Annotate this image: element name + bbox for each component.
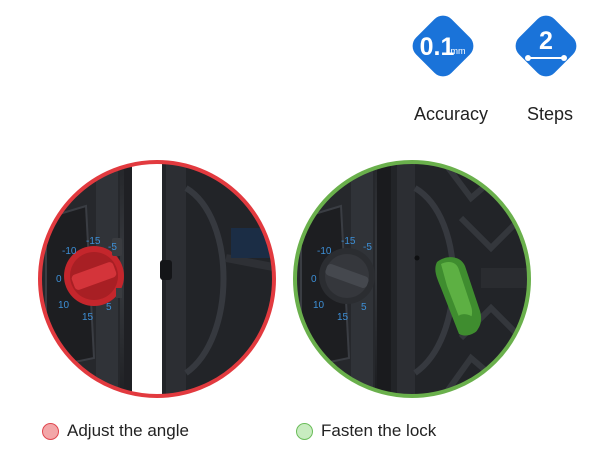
- steps-value: 2: [539, 27, 553, 55]
- steps-diamond-icon: 2: [515, 15, 577, 77]
- accuracy-value: 0.1: [420, 33, 455, 61]
- accuracy-unit: mm: [451, 46, 466, 56]
- scale-label: -5: [108, 242, 117, 253]
- scale-label: 0: [311, 274, 317, 285]
- scale-label: -10: [317, 246, 332, 257]
- legend-label: Adjust the angle: [67, 421, 189, 440]
- legend-fasten-lock: Fasten the lock: [296, 419, 436, 443]
- scale-label: 15: [82, 312, 94, 323]
- scale-label: 15: [337, 312, 349, 323]
- accuracy-caption: Accuracy: [413, 104, 489, 124]
- legend-adjust-angle: Adjust the angle: [42, 419, 189, 443]
- steps-badge: 2: [508, 8, 584, 84]
- scale-label: 0: [56, 274, 62, 285]
- lock-fasten-photo: -10 -15 -5 0 10 15 5: [291, 158, 533, 400]
- accuracy-diamond-icon: 0.1 mm: [412, 15, 474, 77]
- legend-label: Fasten the lock: [321, 421, 437, 440]
- scale-label: 10: [58, 300, 70, 311]
- green-dot-icon: [296, 422, 313, 440]
- scale-label: -10: [62, 246, 77, 257]
- scale-label: 10: [313, 300, 325, 311]
- angle-adjust-photo: -10 -15 -5 0 10 15 5: [36, 158, 278, 400]
- red-dot-icon: [42, 422, 59, 440]
- scale-label: 5: [361, 302, 367, 313]
- scale-label: 5: [106, 302, 112, 313]
- accuracy-badge: 0.1 mm: [405, 8, 481, 84]
- scale-label: -15: [86, 236, 101, 247]
- scale-label: -5: [363, 242, 372, 253]
- scale-label: -15: [341, 236, 356, 247]
- steps-caption: Steps: [526, 104, 574, 124]
